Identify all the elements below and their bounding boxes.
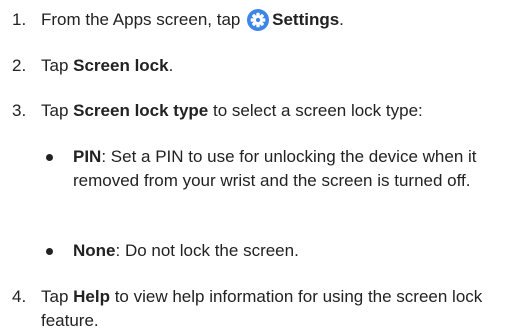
step-text: From the Apps screen, tap Settings. <box>41 8 511 32</box>
step-text-pre: Tap <box>41 287 74 306</box>
instructions-page: { "steps": [ { "number": "1.", "pre": "F… <box>0 0 521 335</box>
step-text: Tap Screen lock. <box>41 54 511 78</box>
settings-label: Settings <box>272 10 340 29</box>
step-text: Tap Help to view help information for us… <box>41 285 511 333</box>
settings-gear-icon <box>247 9 270 31</box>
step-number: 3. <box>12 101 27 120</box>
step-text-pre: From the Apps screen, tap <box>41 10 246 29</box>
screen-lock-type-label: Screen lock type <box>73 101 209 120</box>
step-number: 2. <box>12 56 27 75</box>
bullet-text: PIN: Set a PIN to use for unlocking the … <box>73 145 513 193</box>
step-text: Tap Screen lock type to select a screen … <box>41 99 511 123</box>
bullet-dot <box>46 154 53 161</box>
step-text-pre: Tap <box>41 56 74 75</box>
help-label: Help <box>73 287 110 306</box>
step-text-pre: Tap <box>41 101 74 120</box>
none-label: None <box>73 241 116 260</box>
pin-description: : Set a PIN to use for unlocking the dev… <box>73 147 477 190</box>
step-number: 4. <box>12 287 27 306</box>
step-text-post: . <box>339 10 344 29</box>
step-text-post: . <box>168 56 174 75</box>
screen-lock-label: Screen lock <box>73 56 169 75</box>
pin-label: PIN <box>73 147 102 166</box>
bullet-text: None: Do not lock the screen. <box>73 239 513 263</box>
bullet-dot <box>46 248 53 255</box>
step-text-post: to select a screen lock type: <box>208 101 423 120</box>
step-number: 1. <box>12 10 27 29</box>
none-description: : Do not lock the screen. <box>115 241 299 260</box>
